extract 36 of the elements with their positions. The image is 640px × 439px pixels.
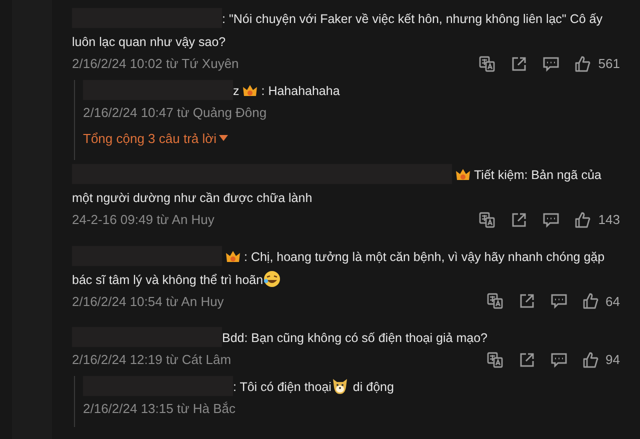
share-icon[interactable] — [510, 54, 528, 73]
thumbs-up-icon[interactable] — [582, 350, 600, 369]
caret-icon — [218, 135, 228, 142]
reply-text: : Tôi có điện thoại di động — [83, 376, 620, 398]
comment-meta: 24-2-16 09:49 từ An Huy — [72, 211, 214, 229]
like-count: 561 — [598, 55, 620, 73]
comment-icon[interactable] — [542, 210, 560, 229]
reply-meta: 2/16/2/24 13:15 từ Hà Bắc — [83, 400, 237, 418]
comment-meta: 2/16/2/24 10:54 từ An Huy — [72, 292, 224, 311]
comment-text: Tiết kiệm: Bản ngã của một người dường như cần được chữa lành — [72, 164, 620, 210]
like-count: 143 — [598, 211, 620, 229]
like-count: 64 — [606, 292, 620, 310]
thumbs-up-icon[interactable] — [582, 292, 600, 310]
translate-icon[interactable] — [478, 210, 496, 229]
translate-icon[interactable] — [486, 350, 504, 369]
reply-text: z : Hahahahaha — [83, 80, 620, 102]
comment-text: Bdd: Bạn cũng không có số điện thoại giả mạo? — [72, 327, 620, 350]
reply-meta: 2/16/2/24 10:47 từ Quảng Đông — [83, 104, 268, 122]
dog-face-icon — [331, 376, 350, 394]
comment-text: : "Nói chuyện với Faker về việc kết hôn, nhưng không liên lạc" Cô ấy luôn lạc quan như vậy sao? — [72, 8, 620, 54]
translate-icon[interactable] — [478, 54, 496, 73]
comment-icon[interactable] — [542, 54, 560, 73]
share-icon[interactable] — [510, 210, 528, 229]
laughing-face-icon — [263, 270, 282, 288]
share-icon[interactable] — [518, 292, 536, 310]
replies-link[interactable]: Tổng cộng 3 câu trả lời — [83, 128, 228, 148]
comment-meta: 2/16/2/24 12:19 từ Cát Lâm — [72, 351, 232, 369]
translate-icon[interactable] — [486, 292, 504, 310]
share-icon[interactable] — [518, 350, 536, 369]
comment-icon[interactable] — [550, 350, 568, 369]
thumbs-up-icon[interactable] — [574, 210, 592, 229]
comment-text: : Chị, hoang tưởng là một căn bệnh, vì vậy hãy nhanh chóng gặp bác sĩ tâm lý và không thể trì hoãn — [72, 246, 620, 292]
comment-icon[interactable] — [550, 292, 568, 310]
comment-meta: 2/16/2/24 10:02 từ Tứ Xuyên — [72, 55, 239, 73]
thumbs-up-icon[interactable] — [574, 54, 592, 73]
like-count: 94 — [606, 351, 620, 369]
